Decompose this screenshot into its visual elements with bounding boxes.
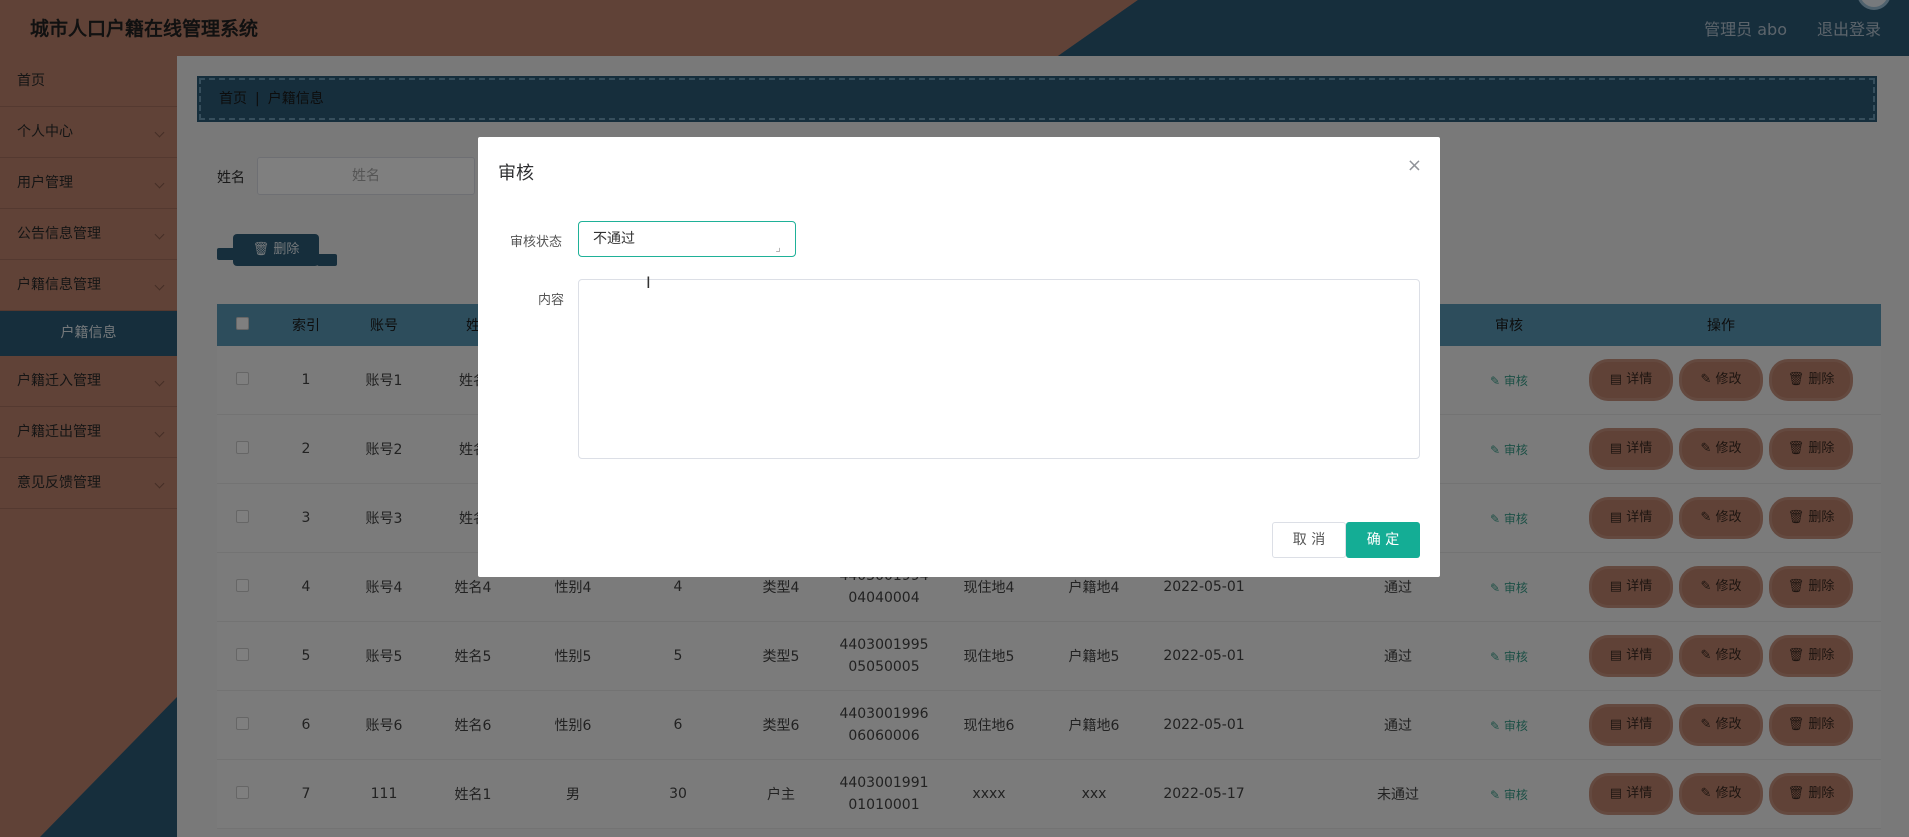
cancel-button[interactable]: 取 消 xyxy=(1272,522,1346,558)
audit-status-select[interactable]: 不通过 ⌟ xyxy=(578,221,796,257)
content-textarea[interactable] xyxy=(578,279,1420,459)
confirm-button[interactable]: 确 定 xyxy=(1346,522,1420,558)
audit-dialog: 审核 × 审核状态 不通过 ⌟ 内容 I 取 消 确 定 xyxy=(478,137,1440,577)
chevron-down-icon: ⌟ xyxy=(775,240,781,254)
content-label: 内容 xyxy=(538,293,565,308)
text-cursor-icon: I xyxy=(646,273,651,292)
dialog-title: 审核 xyxy=(498,163,534,184)
audit-status-label: 审核状态 xyxy=(510,235,563,250)
audit-status-value: 不通过 xyxy=(593,231,635,247)
close-icon[interactable]: × xyxy=(1407,155,1422,176)
